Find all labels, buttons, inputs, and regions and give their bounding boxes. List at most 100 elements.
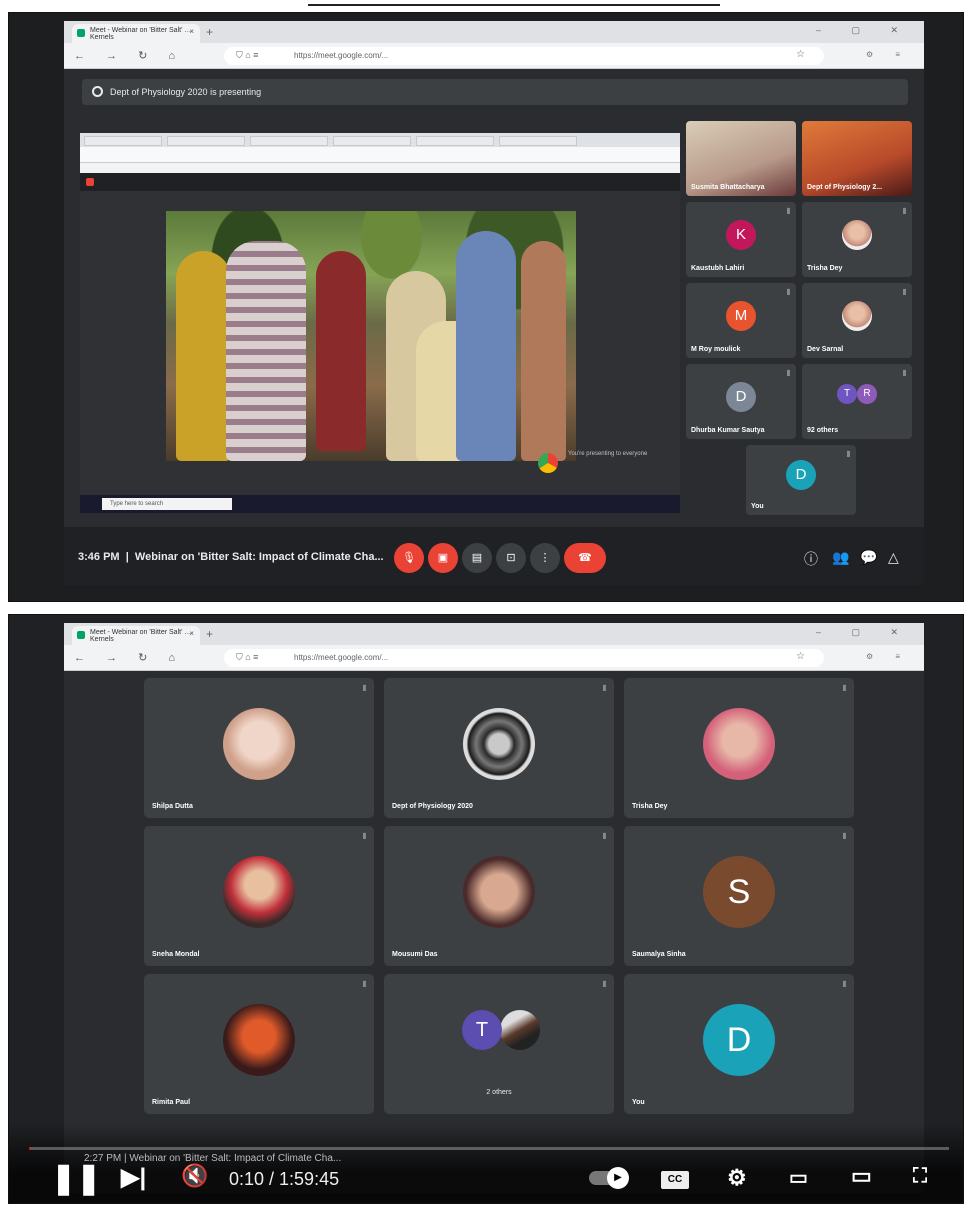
extension-icons[interactable]: ⚙ ≡: [866, 50, 910, 59]
info-icon[interactable]: ⓘ: [804, 549, 818, 569]
address-bar-row: ← → ↻ ⌂ ⛉ ⌂ ≡ https://meet.google.com/..…: [64, 43, 924, 69]
mic-muted-icon: ⦀: [602, 684, 606, 693]
avatar: D: [703, 1004, 775, 1076]
url-text: https://meet.google.com/...: [294, 653, 389, 662]
extension-icons[interactable]: ⚙ ≡: [866, 652, 910, 661]
shared-bookmarks: [80, 163, 680, 173]
new-tab-button[interactable]: +: [206, 627, 213, 641]
window-controls[interactable]: – ▢ ✕: [816, 25, 912, 36]
bookmark-star-icon[interactable]: ☆: [796, 49, 805, 60]
participant-tile[interactable]: ⦀ S Saumalya Sinha: [624, 826, 854, 966]
next-icon[interactable]: ▶|: [121, 1163, 146, 1192]
settings-gear-icon[interactable]: ⚙: [727, 1165, 747, 1191]
screenshot-grid: Meet - Webinar on 'Bitter Salt' … Kernel…: [8, 614, 964, 1204]
avatar: D: [726, 381, 756, 412]
participant-tile[interactable]: ⦀ T R 92 others: [802, 364, 912, 439]
more-options-button[interactable]: ⋮: [530, 543, 560, 573]
participant-name: Dev Sarnal: [807, 346, 844, 353]
participant-name: You: [751, 503, 764, 510]
mic-muted-icon: ⦀: [842, 980, 846, 989]
avatar: T: [462, 1010, 502, 1050]
people-icon[interactable]: 👥: [832, 549, 849, 566]
participant-tile[interactable]: ⦀ K Kaustubh Lahiri: [686, 202, 796, 277]
participant-name: Dhurba Kumar Sautya: [691, 427, 765, 434]
browser-window: Meet - Webinar on 'Bitter Salt' … Kernel…: [64, 21, 924, 585]
mic-off-button[interactable]: 🎙: [394, 543, 424, 573]
leave-call-button[interactable]: ☎: [564, 543, 606, 573]
activities-icon[interactable]: △: [888, 549, 899, 566]
bookmark-star-icon[interactable]: ☆: [796, 651, 805, 662]
chat-icon[interactable]: 💬: [860, 549, 877, 566]
mute-icon[interactable]: 🔇: [181, 1163, 208, 1189]
url-input[interactable]: ⛉ ⌂ ≡ https://meet.google.com/...: [224, 649, 824, 667]
participant-grid: ⦀ Shilpa Dutta ⦀ Dept of Physiology 2020 ⦀ Tr…: [144, 678, 854, 1188]
present-button[interactable]: ⊡: [496, 543, 526, 573]
participant-name: Trisha Dey: [632, 803, 668, 810]
participant-tile[interactable]: ⦀ Shilpa Dutta: [144, 678, 374, 818]
pause-icon[interactable]: ❚❚: [51, 1161, 101, 1196]
shared-video-frame: [166, 211, 576, 461]
avatar: R: [857, 383, 877, 404]
mic-muted-icon: ⦀: [786, 207, 790, 216]
lock-icon: ⛉ ⌂ ≡: [236, 50, 259, 60]
participant-name: Susmita Bhattacharya: [691, 184, 765, 191]
participant-name: Rimita Paul: [152, 1099, 191, 1106]
avatar: D: [786, 460, 816, 490]
close-icon[interactable]: ×: [189, 28, 194, 36]
camera-off-button[interactable]: ▣: [428, 543, 458, 573]
participant-tile[interactable]: ⦀ Trisha Dey: [624, 678, 854, 818]
participant-tile[interactable]: ⦀ Dev Sarnal: [802, 283, 912, 358]
url-input[interactable]: ⛉ ⌂ ≡ https://meet.google.com/...: [224, 47, 824, 65]
avatar-photo: [703, 708, 775, 780]
participant-tile[interactable]: ⦀ Rimita Paul: [144, 974, 374, 1114]
cc-button[interactable]: CC: [661, 1171, 689, 1189]
participant-tile[interactable]: Susmita Bhattacharya: [686, 121, 796, 196]
url-text: https://meet.google.com/...: [294, 51, 389, 60]
window-controls[interactable]: – ▢ ✕: [816, 627, 912, 638]
participant-tile[interactable]: ⦀ Sneha Mondal: [144, 826, 374, 966]
windows-taskbar: Type here to search: [80, 495, 680, 513]
miniplayer-icon[interactable]: ▭: [789, 1165, 808, 1190]
participant-tile[interactable]: ⦀ Dept of Physiology 2020: [384, 678, 614, 818]
taskbar-search[interactable]: Type here to search: [102, 498, 232, 510]
avatar-photo: [463, 856, 535, 928]
tab-strip-2: Meet - Webinar on 'Bitter Salt' … Kernel…: [64, 623, 924, 645]
mic-muted-icon: ⦀: [362, 684, 366, 693]
avatar-photo: [500, 1010, 540, 1050]
navigation-icons[interactable]: ← → ↻ ⌂: [74, 49, 184, 62]
captions-button[interactable]: ▤: [462, 543, 492, 573]
presenting-banner: Dept of Physiology 2020 is presenting: [82, 79, 908, 105]
participant-tile[interactable]: ⦀ Trisha Dey: [802, 202, 912, 277]
autoplay-toggle[interactable]: ▶: [589, 1167, 629, 1189]
play-icon: ▶: [607, 1167, 629, 1189]
navigation-icons[interactable]: ← → ↻ ⌂: [74, 651, 184, 664]
new-tab-button[interactable]: +: [206, 25, 213, 39]
participant-tile[interactable]: ⦀ M M Roy moulick: [686, 283, 796, 358]
meet-favicon-icon: [77, 29, 85, 37]
participant-name: Sneha Mondal: [152, 951, 200, 958]
avatar-photo: [223, 856, 295, 928]
participant-tile[interactable]: ⦀ D Dhurba Kumar Sautya: [686, 364, 796, 439]
chrome-icon: [538, 453, 558, 473]
participant-name: Trisha Dey: [807, 265, 843, 272]
progress-bar[interactable]: [29, 1147, 949, 1150]
page: Meet - Webinar on 'Bitter Salt' … Kernel…: [0, 0, 966, 1207]
avatar-photo: [842, 300, 872, 331]
theater-mode-icon[interactable]: ▭: [851, 1163, 872, 1189]
mic-muted-icon: ⦀: [842, 832, 846, 841]
browser-tab-2[interactable]: Meet - Webinar on 'Bitter Salt' … Kernel…: [72, 626, 200, 645]
participant-tile[interactable]: ⦀ D You: [624, 974, 854, 1114]
participant-tile[interactable]: ⦀ D You: [746, 445, 856, 515]
participant-tile[interactable]: ⦀ Mousumi Das: [384, 826, 614, 966]
meeting-info: 3:46 PM | Webinar on 'Bitter Salt: Impac…: [78, 551, 384, 563]
browser-tab[interactable]: Meet - Webinar on 'Bitter Salt' … Kernel…: [72, 24, 200, 43]
participant-name: You: [632, 1099, 645, 1106]
meet-favicon-icon: [77, 631, 85, 639]
screenshot-presenting: Meet - Webinar on 'Bitter Salt' … Kernel…: [8, 12, 964, 602]
participant-tile[interactable]: Dept of Physiology 2...: [802, 121, 912, 196]
others-count: 2 others: [486, 1089, 512, 1096]
close-icon[interactable]: ×: [189, 630, 194, 638]
presenting-notice: You're presenting to everyone: [530, 433, 670, 483]
fullscreen-icon[interactable]: ⛶: [913, 1165, 927, 1188]
participant-tile[interactable]: ⦀ T 2 others: [384, 974, 614, 1114]
